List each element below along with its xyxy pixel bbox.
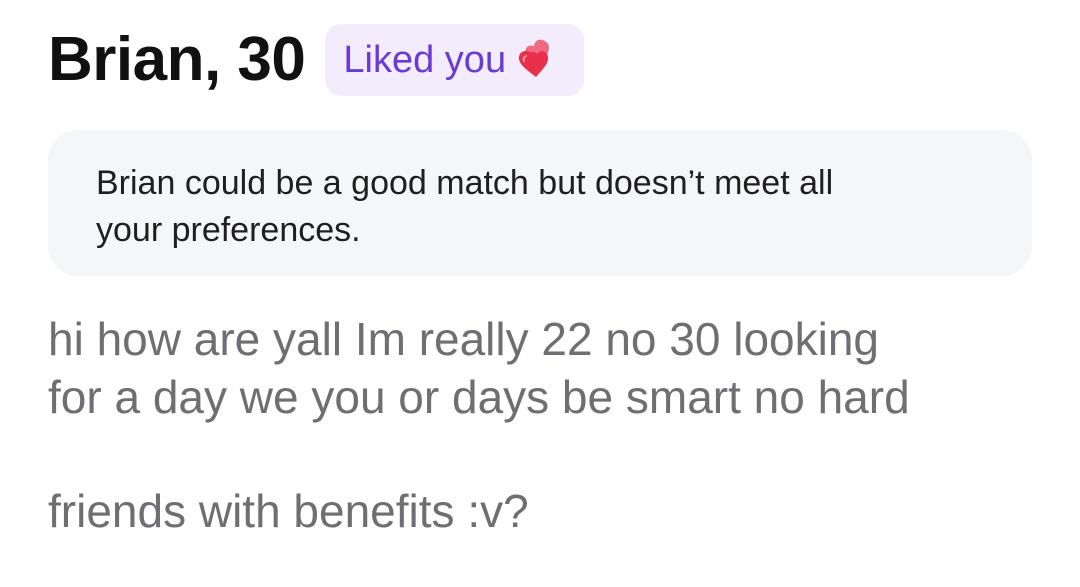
profile-header: Brian, 30 Liked you [48, 18, 585, 102]
bio-line1: hi how are yall Im really 22 no 30 looki… [48, 313, 880, 365]
bio-line2: for a day we you or days be smart no har… [48, 371, 910, 423]
notice-text-line2: your preferences. [96, 211, 361, 249]
liked-you-label: Liked you [343, 39, 507, 81]
two-hearts-icon [518, 39, 550, 77]
profile-name-age: Brian, 30 [48, 25, 306, 94]
profile-bio: hi how are yall Im really 22 no 30 looki… [48, 310, 1058, 540]
bio-line3: friends with benefits :v? [48, 485, 529, 537]
notice-text-line1: Brian could be a good match but doesn’t … [96, 164, 834, 202]
liked-you-badge: Liked you [325, 24, 585, 96]
preferences-notice: Brian could be a good match but doesn’t … [48, 130, 1032, 276]
